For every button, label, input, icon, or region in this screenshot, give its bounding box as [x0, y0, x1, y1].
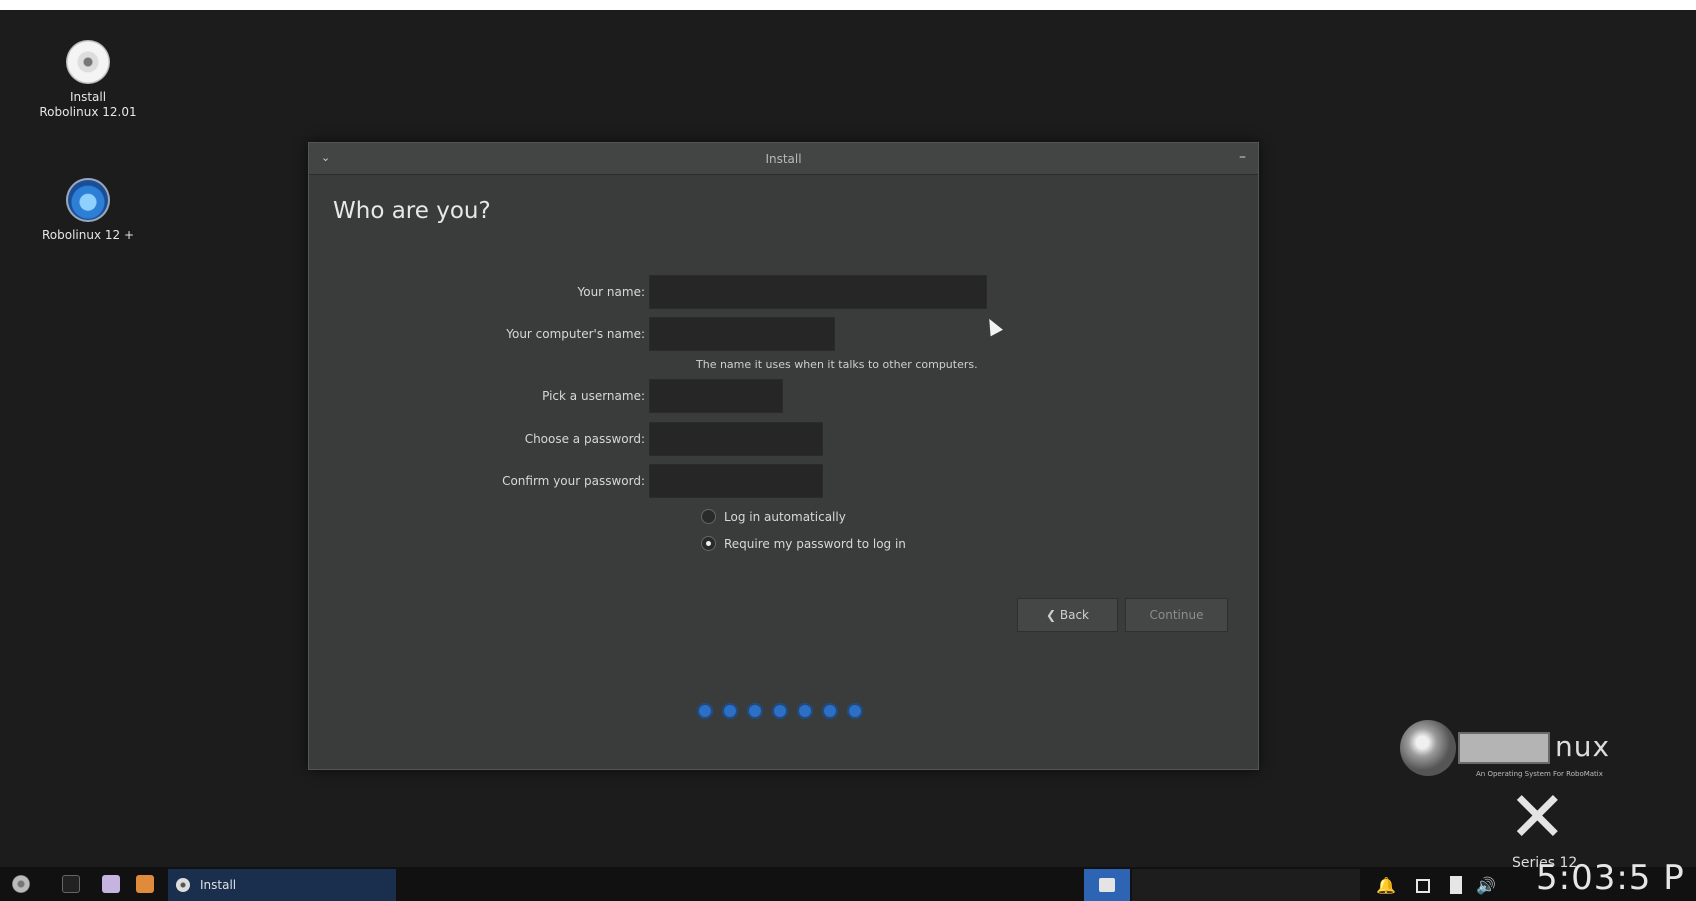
desktop-icon-label: Robolinux 12 +: [41, 228, 135, 242]
computer-name-row: Your computer's name:: [309, 317, 835, 351]
taskbar-task-label: Install: [200, 878, 237, 892]
logo-x-icon: ✕: [1508, 776, 1567, 858]
battery-icon[interactable]: [1450, 876, 1462, 894]
start-menu-icon[interactable]: [12, 875, 30, 893]
disc-icon: [66, 40, 110, 84]
progress-dot: [747, 703, 763, 719]
confirm-password-label: Confirm your password:: [502, 474, 645, 488]
progress-dot: [822, 703, 838, 719]
workspace-1[interactable]: [1084, 869, 1130, 901]
your-name-row: Your name:: [309, 275, 987, 309]
progress-dot: [697, 703, 713, 719]
install-task-icon: [176, 878, 190, 892]
continue-button[interactable]: Continue: [1125, 598, 1228, 632]
progress-dot: [722, 703, 738, 719]
require-password-option[interactable]: Require my password to log in: [701, 536, 906, 551]
window-list-icon[interactable]: [1416, 879, 1430, 893]
notification-bell-icon[interactable]: 🔔: [1376, 876, 1396, 895]
volume-icon[interactable]: 🔊: [1476, 876, 1496, 895]
minimize-icon[interactable]: –: [1239, 149, 1246, 165]
progress-dot: [797, 703, 813, 719]
confirm-password-input[interactable]: [649, 464, 823, 498]
progress-dots: [697, 703, 863, 719]
robolinux-app-icon: [66, 178, 110, 222]
logo-sphere-icon: [1400, 720, 1456, 776]
back-button[interactable]: ❮ Back: [1017, 598, 1118, 632]
desktop-icon-robolinux[interactable]: Robolinux 12 +: [33, 178, 143, 243]
computer-name-hint: The name it uses when it talks to other …: [696, 358, 978, 371]
window-title: Install: [765, 151, 802, 166]
confirm-password-row: Confirm your password:: [309, 464, 823, 498]
computer-name-input[interactable]: [649, 317, 835, 351]
your-name-label: Your name:: [577, 285, 645, 299]
window-titlebar[interactable]: ⌄ Install –: [309, 143, 1258, 175]
username-row: Pick a username:: [309, 379, 783, 413]
robolinux-logo: nux An Operating System For RoboMatix ✕ …: [1400, 720, 1630, 871]
page-title: Who are you?: [333, 198, 491, 224]
logo-plate: [1458, 732, 1550, 764]
desktop-icon-install[interactable]: Install Robolinux 12.01: [33, 40, 143, 120]
progress-dot: [772, 703, 788, 719]
computer-name-label: Your computer's name:: [506, 327, 645, 341]
password-input[interactable]: [649, 422, 823, 456]
terminal-icon[interactable]: [62, 875, 80, 893]
username-input[interactable]: [649, 379, 783, 413]
desktop-icon-label: Robolinux 12.01: [39, 105, 137, 119]
your-name-input[interactable]: [649, 275, 987, 309]
file-manager-icon[interactable]: [102, 875, 120, 893]
desktop-icon-label: Install: [69, 90, 107, 104]
letterbox-bar: [0, 0, 1696, 10]
require-password-label: Require my password to log in: [724, 536, 906, 551]
login-automatically-option[interactable]: Log in automatically: [701, 509, 846, 524]
password-label: Choose a password:: [524, 432, 645, 446]
workspace-window-icon: [1099, 878, 1115, 892]
logo-text: nux: [1555, 730, 1611, 763]
clock[interactable]: 5:03:5 P: [1536, 858, 1685, 898]
login-automatically-radio[interactable]: [701, 509, 716, 524]
window-menu-icon[interactable]: ⌄: [321, 151, 330, 164]
progress-dot: [847, 703, 863, 719]
password-row: Choose a password:: [309, 422, 823, 456]
install-window: ⌄ Install – Who are you? Your name: Your…: [308, 142, 1259, 770]
username-label: Pick a username:: [542, 389, 645, 403]
login-automatically-label: Log in automatically: [724, 509, 846, 524]
firefox-icon[interactable]: [136, 875, 154, 893]
require-password-radio[interactable]: [701, 536, 716, 551]
taskbar-task-install[interactable]: Install: [168, 869, 396, 901]
workspace-pager[interactable]: [1132, 869, 1360, 901]
